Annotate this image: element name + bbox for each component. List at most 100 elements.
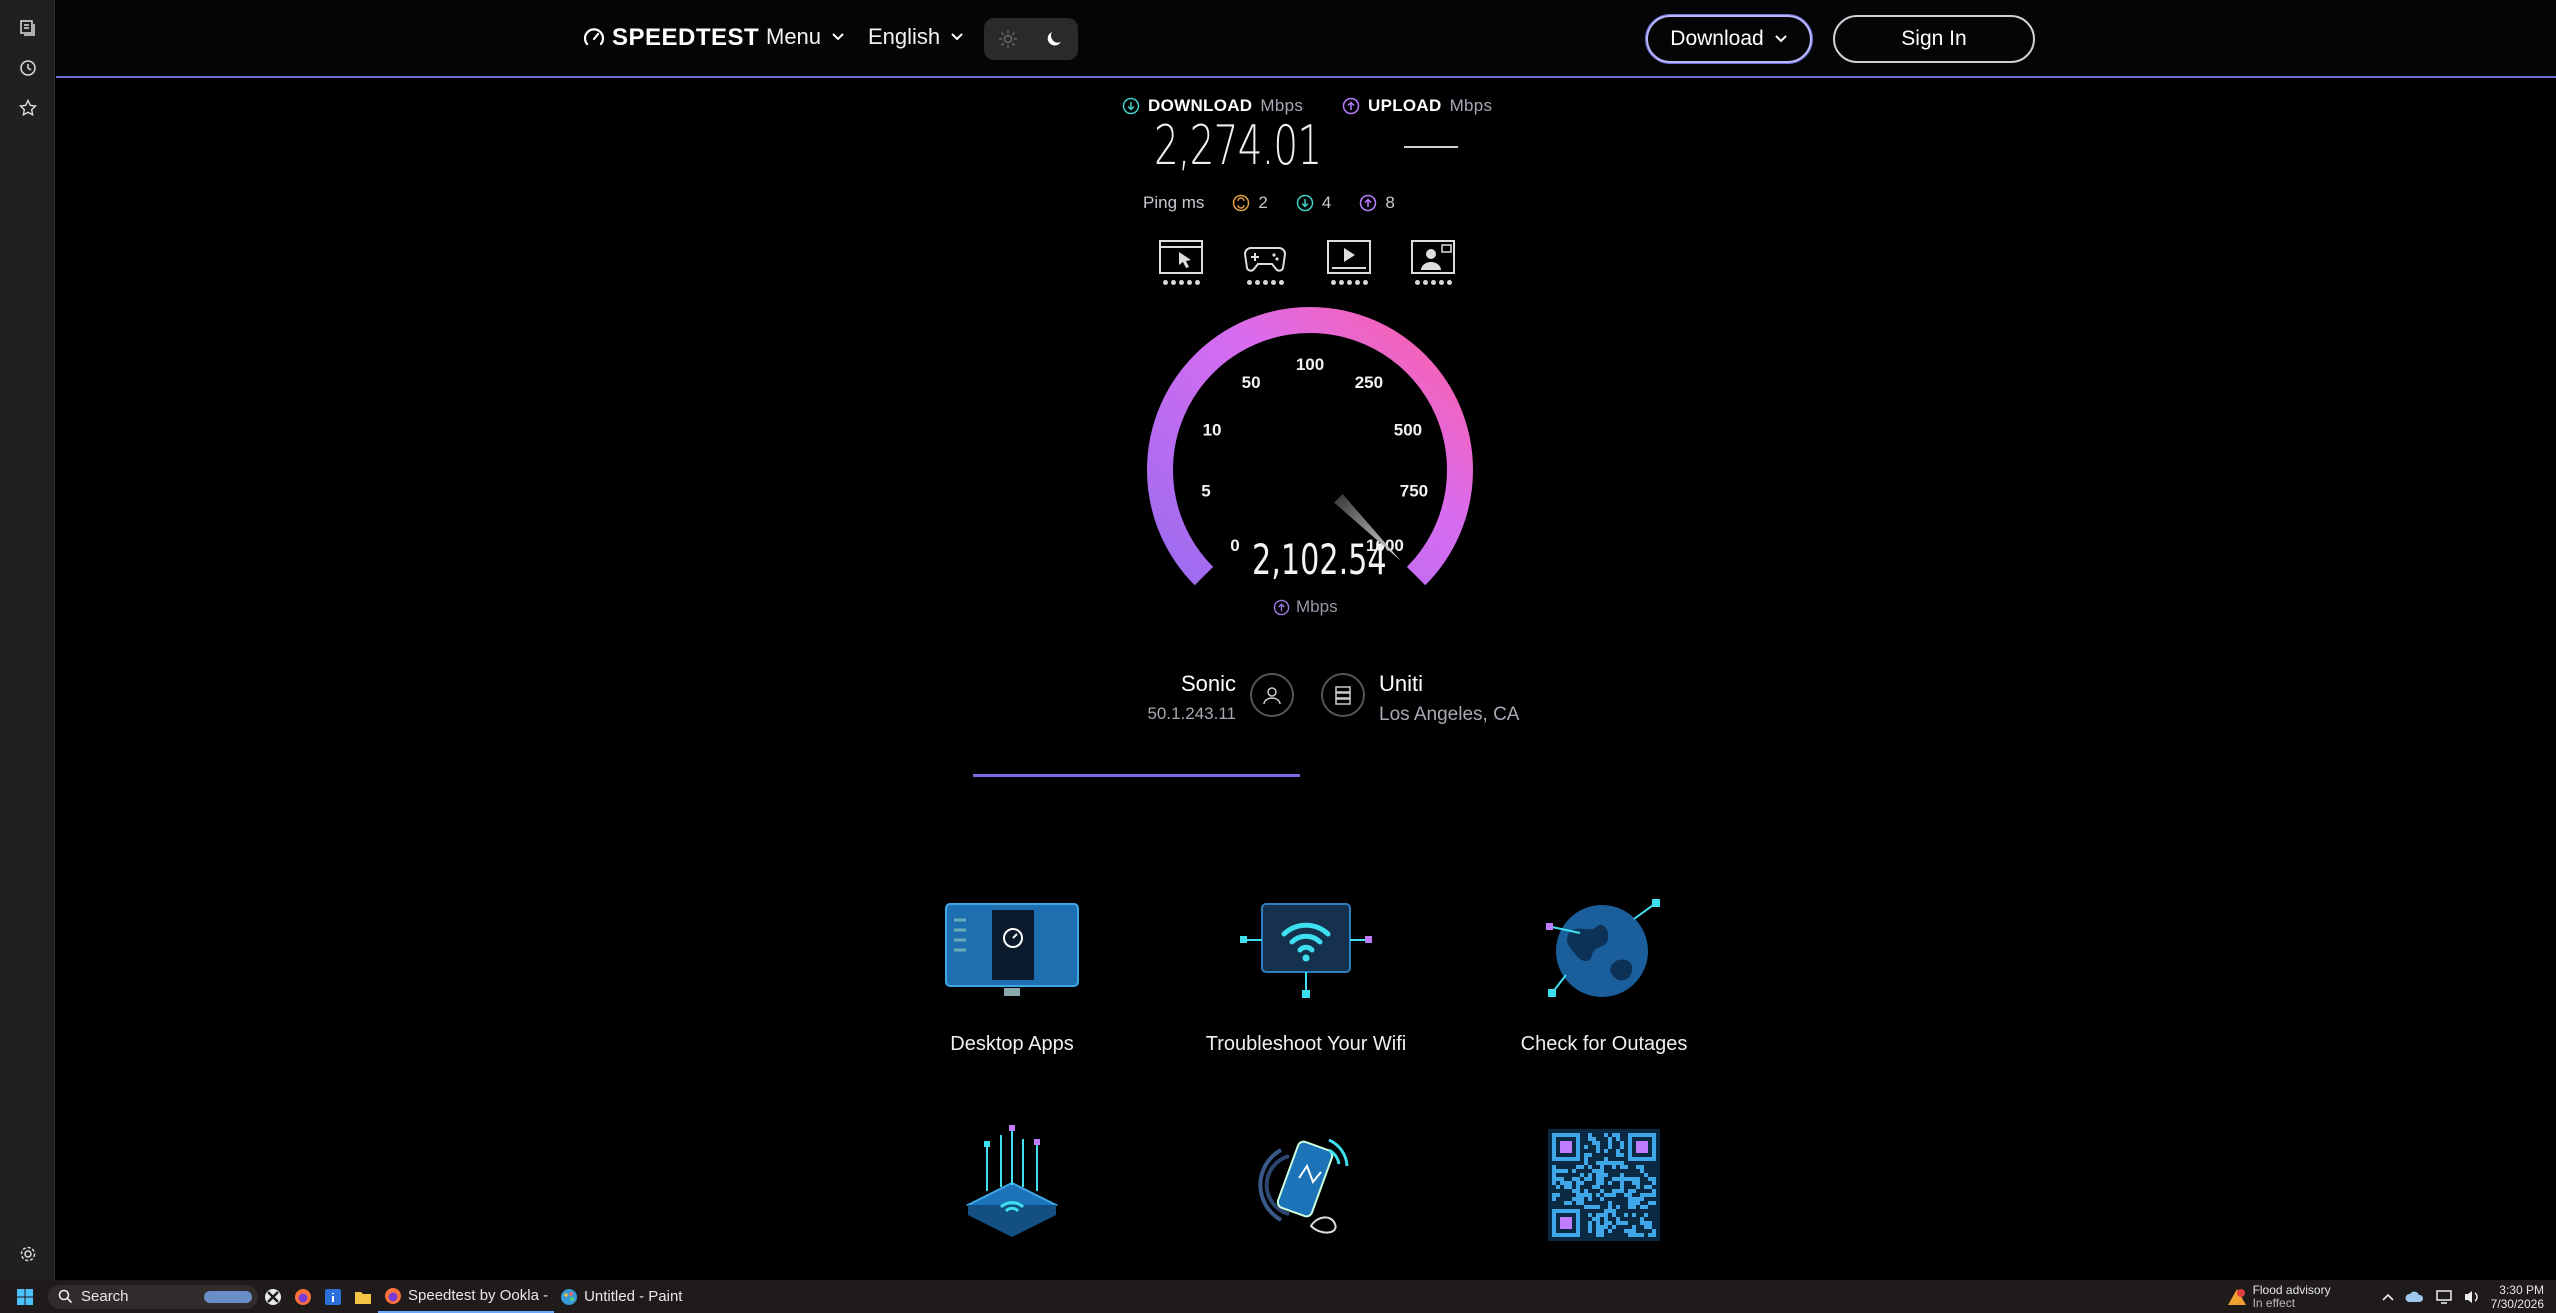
gamepad-icon (1243, 247, 1287, 272)
volume-icon[interactable] (2463, 1289, 2481, 1305)
warning-icon (2227, 1288, 2246, 1305)
sign-in-label: Sign In (1901, 27, 1967, 50)
chevron-down-icon (1774, 35, 1787, 43)
taskbar-app-label: Untitled - Paint (584, 1288, 683, 1305)
gauge-tick-label: 50 (1242, 373, 1261, 392)
qr-code-icon (1534, 1129, 1674, 1241)
xbox-icon (265, 1288, 281, 1305)
logo-text: SPEEDTEST (612, 24, 760, 51)
gauge-tick-label: 500 (1394, 420, 1422, 439)
download-label: DOWNLOAD (1148, 96, 1253, 115)
xbox-app[interactable] (258, 1280, 288, 1313)
server-location: Los Angeles, CA (1379, 704, 1520, 725)
download-speed-value: 2,274.01 (1154, 114, 1322, 177)
theme-toggle[interactable] (984, 18, 1078, 60)
menu-label: Menu (766, 24, 822, 49)
gauge-tick-label: 750 (1400, 482, 1428, 501)
gauge-tick-label: 0 (1230, 536, 1239, 555)
web-browsing-rating[interactable] (1158, 240, 1204, 285)
taskbar-app-speedtest[interactable]: Speedtest by Ookla - (378, 1280, 555, 1313)
upload-label: UPLOAD (1368, 96, 1442, 115)
favorites-icon[interactable] (14, 94, 42, 122)
card-mobile[interactable] (1236, 1130, 1376, 1240)
isp-name: Sonic (1180, 671, 1236, 696)
isp-ip-address: 50.1.243.11 (1147, 704, 1236, 723)
sign-in-button[interactable]: Sign In (1833, 15, 2035, 63)
collections-icon[interactable] (14, 14, 42, 42)
onedrive-icon[interactable] (2405, 1290, 2425, 1304)
upload-arrow-icon (1273, 599, 1290, 615)
firefox-icon (385, 1287, 401, 1304)
clock-time: 3:30 PM (2499, 1282, 2544, 1297)
desktop-app-icon (942, 895, 1082, 1005)
server-host-name[interactable]: Uniti (1379, 671, 1423, 697)
ping-upload: 8 (1359, 193, 1395, 213)
weather-alert[interactable]: Flood advisory In effect (2227, 1282, 2331, 1310)
info-app[interactable] (318, 1280, 348, 1313)
clock[interactable]: 3:30 PM 7/30/2026 (2491, 1283, 2544, 1311)
speedtest-logo[interactable]: SPEEDTEST (582, 24, 759, 52)
ping-upload-value: 8 (1385, 193, 1395, 212)
taskbar-app-paint[interactable]: Untitled - Paint (554, 1280, 688, 1313)
gaming-rating[interactable] (1242, 240, 1288, 285)
chevron-up-icon[interactable] (2381, 1292, 2395, 1302)
gauge-tick-label: 100 (1296, 355, 1324, 374)
ping-row: Ping ms 2 4 8 (1143, 193, 1395, 213)
wifi-icon (1236, 895, 1376, 1005)
start-button[interactable] (0, 1280, 40, 1313)
ping-download-value: 4 (1321, 193, 1332, 212)
download-arrow-icon (1122, 97, 1140, 115)
gauge-tick-label: 250 (1355, 373, 1383, 392)
settings-gear-icon[interactable] (14, 1240, 42, 1268)
site-header: SPEEDTEST Menu English Download Sign In (56, 0, 2556, 78)
phone-signal-icon (1236, 1130, 1376, 1240)
download-metric-label: DOWNLOAD Mbps (1122, 96, 1303, 116)
folder-icon (355, 1291, 371, 1304)
alert-subtitle: In effect (2252, 1295, 2296, 1310)
history-icon[interactable] (14, 54, 42, 82)
card-router[interactable] (942, 1125, 1082, 1240)
sun-icon[interactable] (998, 29, 1018, 49)
upload-metric-label: UPLOAD Mbps (1342, 96, 1492, 116)
card-label: Check for Outages (1520, 1033, 1688, 1055)
download-button-label: Download (1670, 27, 1764, 50)
video-chat-rating[interactable] (1410, 240, 1456, 285)
firefox-app[interactable] (288, 1280, 318, 1313)
system-tray: Flood advisory In effect 3:30 PM 7/30/20… (2227, 1280, 2556, 1313)
user-profile-icon[interactable] (1250, 673, 1294, 717)
moon-icon[interactable] (1045, 29, 1065, 49)
gauge-current-value: 2,102.54 (1252, 535, 1387, 584)
info-icon (325, 1288, 341, 1305)
card-check-outages[interactable]: Check for Outages (1521, 895, 1687, 1056)
gauge-tick-labels: 0510501002505007501000 (1201, 355, 1428, 555)
upload-latency-icon (1360, 194, 1377, 212)
menu-dropdown[interactable]: Menu (766, 24, 845, 50)
server-host-icon[interactable] (1321, 673, 1365, 717)
ping-idle-value: 2 (1258, 193, 1268, 212)
file-explorer-app[interactable] (348, 1280, 378, 1313)
taskbar-app-label: Speedtest by Ookla - (408, 1287, 549, 1304)
paint-icon (561, 1288, 578, 1305)
globe-icon (1534, 895, 1674, 1005)
browser-side-rail (0, 0, 55, 1280)
search-highlight-icon (204, 1290, 252, 1303)
gauge-tick-label: 5 (1201, 482, 1210, 501)
windows-taskbar: Search Speedtest by Ookla - Untitled - P… (0, 1280, 2556, 1313)
download-app-button[interactable]: Download (1646, 15, 1812, 63)
clock-date: 7/30/2026 (2490, 1296, 2544, 1311)
connection-quality-icons (1158, 240, 1456, 285)
language-dropdown[interactable]: English (868, 24, 964, 50)
card-qr-code[interactable] (1534, 1129, 1674, 1241)
alert-title: Flood advisory (2252, 1282, 2331, 1297)
card-troubleshoot-wifi[interactable]: Troubleshoot Your Wifi (1206, 895, 1406, 1056)
card-label: Desktop Apps (950, 1033, 1074, 1055)
ping-download: 4 (1296, 193, 1331, 213)
network-icon[interactable] (2435, 1289, 2453, 1305)
card-desktop-apps[interactable]: Desktop Apps (942, 895, 1082, 1056)
test-progress-line (973, 774, 1300, 777)
video-streaming-rating[interactable] (1326, 240, 1372, 285)
download-unit: Mbps (1260, 96, 1304, 115)
gauge-tick-label: 10 (1203, 420, 1222, 439)
taskbar-search[interactable]: Search (48, 1284, 258, 1309)
speedometer-logo-icon (583, 28, 605, 46)
